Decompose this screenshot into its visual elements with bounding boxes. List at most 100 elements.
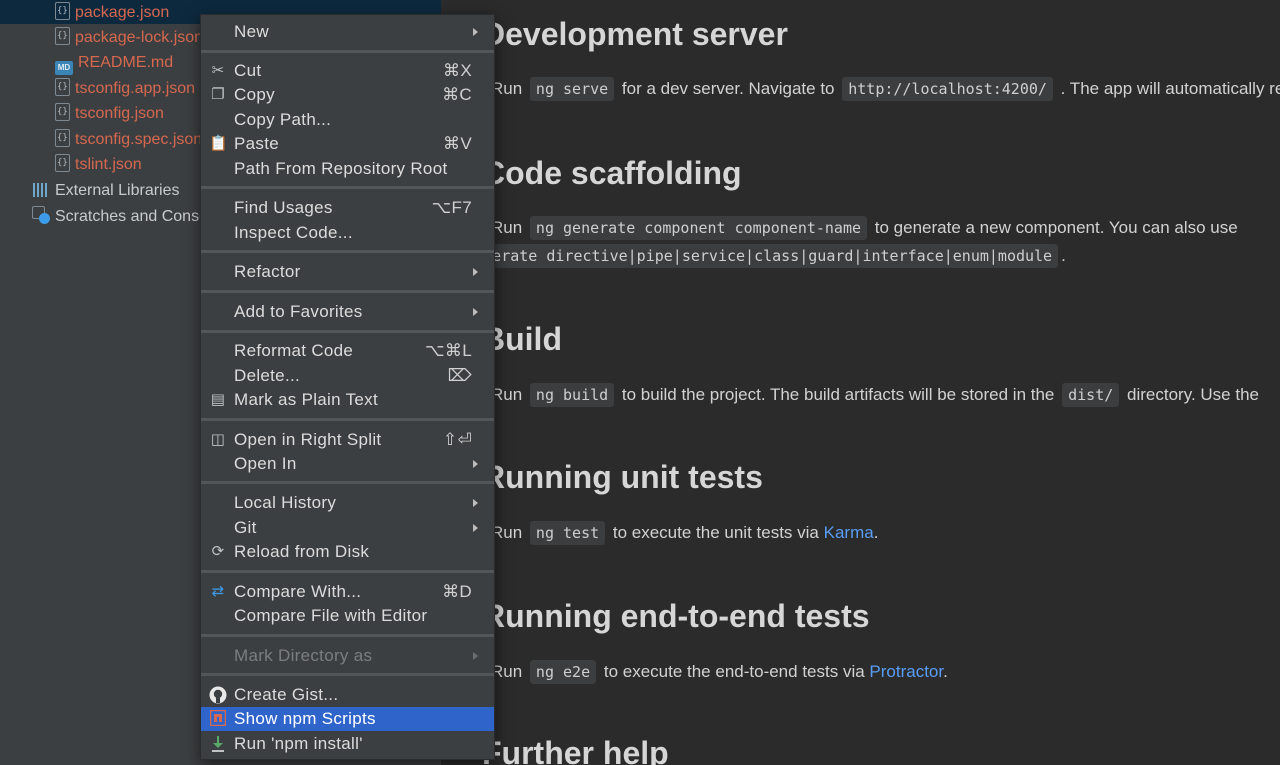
menu-item-label: Show npm Scripts <box>234 709 376 728</box>
tree-file-row[interactable]: MD README.md <box>55 50 173 75</box>
menu-separator <box>201 290 494 293</box>
section-paragraph: Run ng e2e to execute the end-to-end tes… <box>491 660 948 684</box>
menu-item-copy-path[interactable]: Copy Path... <box>201 108 494 132</box>
library-icon <box>32 180 50 198</box>
menu-item-refactor[interactable]: Refactor <box>201 260 494 284</box>
tree-file-label: package.json <box>75 4 170 21</box>
inline-code: ng generate component component-name <box>529 216 868 240</box>
menu-item-shortcut: ⌘D <box>442 582 472 601</box>
menu-item-create-gist[interactable]: Create Gist... <box>201 683 494 707</box>
menu-item-shortcut: ⇧⏎ <box>442 430 472 449</box>
json-file-icon <box>55 2 70 20</box>
paragraph-text: for a dev server. Navigate to <box>621 79 835 98</box>
menu-item-label: Reformat Code <box>234 341 354 360</box>
tree-file-row[interactable]: package.json <box>55 0 169 25</box>
menu-separator <box>201 330 494 333</box>
menu-separator <box>201 570 494 573</box>
menu-item-reload-from-disk[interactable]: ⟳ Reload from Disk <box>201 540 494 564</box>
menu-item-local-history[interactable]: Local History <box>201 491 494 515</box>
menu-item-add-to-favorites[interactable]: Add to Favorites <box>201 300 494 324</box>
menu-item-inspect-code[interactable]: Inspect Code... <box>201 221 494 245</box>
markdown-file-icon: MD <box>55 61 73 75</box>
section-heading: Running unit tests <box>482 459 763 495</box>
menu-item-label: Local History <box>234 493 337 512</box>
menu-item-cut[interactable]: ✂ Cut ⌘X <box>201 59 494 83</box>
paragraph-text: to generate a new component. You can als… <box>874 218 1238 237</box>
menu-item-git[interactable]: Git <box>201 516 494 540</box>
menu-item-shortcut: ⌦ <box>447 366 472 385</box>
submenu-arrow-icon <box>473 524 478 532</box>
menu-separator <box>201 418 494 421</box>
menu-separator <box>201 481 494 484</box>
section-paragraph: Run ng generate component component-name… <box>491 216 1238 240</box>
section-heading: Further help <box>482 735 669 765</box>
split-icon: ◫ <box>210 431 226 448</box>
inline-code: ng e2e <box>529 660 597 684</box>
tree-file-label: tsconfig.json <box>75 105 164 122</box>
paragraph-text: Run <box>491 385 523 404</box>
tree-file-row[interactable]: tsconfig.spec.json <box>55 127 202 152</box>
scratches-icon <box>32 206 50 224</box>
menu-item-label: New <box>234 22 269 41</box>
json-file-icon <box>55 154 70 172</box>
inline-code: dist/ <box>1062 383 1120 407</box>
menu-separator <box>201 673 494 676</box>
menu-item-label: Mark Directory as <box>234 646 373 665</box>
menu-item-compare-file-with-editor[interactable]: Compare File with Editor <box>201 604 494 628</box>
tree-external-libraries[interactable]: External Libraries <box>32 178 180 203</box>
menu-separator <box>201 186 494 189</box>
paragraph-text: . <box>873 523 879 542</box>
menu-item-run-npm-install[interactable]: Run 'npm install' <box>201 732 494 756</box>
menu-item-show-npm-scripts[interactable]: Show npm Scripts <box>201 707 494 731</box>
section-heading: Code scaffolding <box>482 155 742 191</box>
tree-file-label: tslint.json <box>75 156 142 173</box>
tree-file-row[interactable]: tslint.json <box>55 152 142 177</box>
menu-item-new[interactable]: New <box>201 20 494 44</box>
menu-item-label: Open In <box>234 454 297 473</box>
menu-item-mark-as-plain-text[interactable]: ▤ Mark as Plain Text <box>201 388 494 412</box>
menu-item-copy[interactable]: ❐ Copy ⌘C <box>201 83 494 107</box>
menu-item-label: Find Usages <box>234 198 333 217</box>
protractor-link[interactable]: Protractor <box>869 662 943 681</box>
menu-item-label: Git <box>234 518 257 537</box>
menu-item-label: Paste <box>234 134 279 153</box>
submenu-arrow-icon <box>473 308 478 316</box>
menu-item-delete[interactable]: Delete... ⌦ <box>201 364 494 388</box>
json-file-icon <box>55 103 70 121</box>
paragraph-text: to execute the unit tests via <box>612 523 819 542</box>
menu-item-label: Cut <box>234 61 262 80</box>
menu-item-shortcut: ⌘V <box>443 134 472 153</box>
tree-file-row[interactable]: tsconfig.app.json <box>55 76 195 101</box>
download-icon <box>209 735 227 753</box>
menu-item-reformat-code[interactable]: Reformat Code ⌥⌘L <box>201 339 494 363</box>
paragraph-text: . <box>1061 246 1066 265</box>
menu-item-open-in[interactable]: Open In <box>201 452 494 476</box>
section-paragraph: ng generate directive|pipe|service|class… <box>441 244 1066 268</box>
inline-code: ng serve <box>529 77 615 101</box>
json-file-icon <box>55 27 70 45</box>
menu-item-open-in-right-split[interactable]: ◫ Open in Right Split ⇧⏎ <box>201 428 494 452</box>
menu-item-shortcut: ⌘C <box>442 85 472 104</box>
scissors-icon: ✂ <box>211 62 225 79</box>
menu-item-compare-with[interactable]: ⇄ Compare With... ⌘D <box>201 580 494 604</box>
paragraph-text: . The app will automatically reload if y… <box>1060 79 1280 98</box>
menu-item-shortcut: ⌥F7 <box>431 198 472 217</box>
json-file-icon <box>55 78 70 96</box>
menu-item-path-from-repo-root[interactable]: Path From Repository Root <box>201 157 494 181</box>
tree-scratches[interactable]: Scratches and Consoles <box>32 204 228 229</box>
menu-item-label: Copy <box>234 85 275 104</box>
paragraph-text: Run <box>491 218 523 237</box>
menu-item-find-usages[interactable]: Find Usages ⌥F7 <box>201 196 494 220</box>
tree-file-row[interactable]: tsconfig.json <box>55 101 164 126</box>
menu-separator <box>201 634 494 637</box>
menu-item-label: Path From Repository Root <box>234 159 448 178</box>
tree-file-row[interactable]: package-lock.json <box>55 25 203 50</box>
menu-item-label: Run 'npm install' <box>234 734 363 753</box>
npm-icon <box>209 709 227 728</box>
menu-item-paste[interactable]: 📋 Paste ⌘V <box>201 132 494 156</box>
github-icon <box>209 686 227 704</box>
inline-code: ng generate directive|pipe|service|class… <box>441 244 1059 268</box>
tree-file-label: tsconfig.app.json <box>75 80 196 97</box>
karma-link[interactable]: Karma <box>824 523 874 542</box>
section-heading: Development server <box>482 16 788 52</box>
